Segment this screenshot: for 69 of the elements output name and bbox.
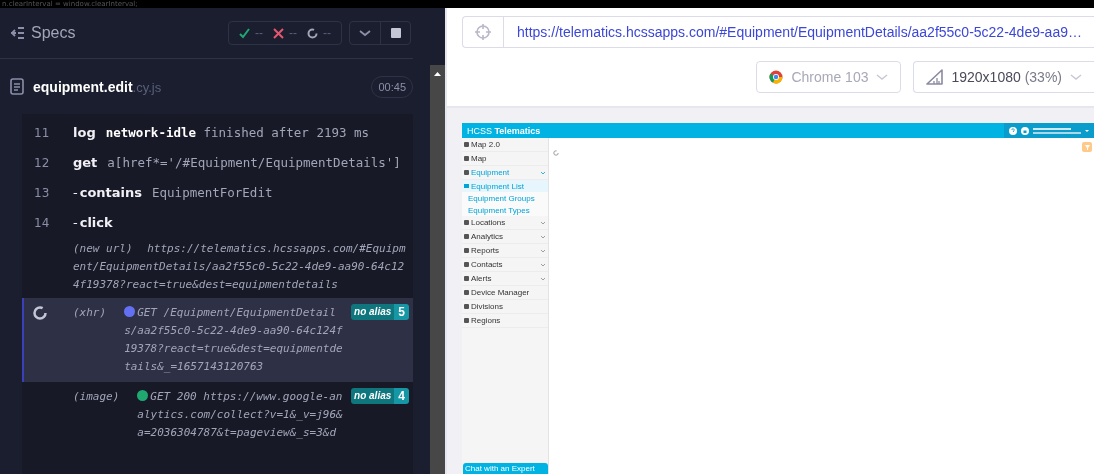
menu-item-icon bbox=[464, 170, 469, 175]
command-message: a[href*='/#Equipment/EquipmentDetails'] bbox=[107, 154, 401, 172]
command-name: log bbox=[73, 124, 96, 142]
command-message: EquipmentForEdit bbox=[152, 184, 273, 202]
sidebar-item[interactable]: Device Manager bbox=[462, 286, 548, 300]
request-type: (image) bbox=[73, 389, 120, 405]
request-row[interactable]: (xhr) GET /Equipment/EquipmentDetails/aa2f55c0-5c22-4de9-aa90-64c124f19378?react=true&dest=equipmentdetails&_=1657143120763 no alias 5 bbox=[22, 298, 413, 382]
chevron-down-icon bbox=[359, 29, 371, 37]
sidebar-item[interactable]: Alerts bbox=[462, 272, 548, 286]
menu-item-icon bbox=[464, 220, 469, 225]
menu-item-icon bbox=[464, 276, 469, 281]
loading-spinner-icon bbox=[553, 150, 559, 156]
command-name: -click bbox=[73, 214, 113, 232]
sidebar-item[interactable]: Divisions bbox=[462, 300, 548, 314]
request-url: GET /Equipment/EquipmentDetails/aa2f55c0-5c22-4de9-aa90-64c124f19378?react=true&dest=equipmentdetails&_=1657143120763 bbox=[124, 306, 343, 373]
menu-item-icon bbox=[464, 248, 469, 253]
request-row[interactable]: (image) GET 200 https://www.google-analytics.com/collect?v=1&_v=j96&a=2036304787&t=pageview&_s=3&d no alias 4 bbox=[22, 382, 413, 448]
command-name: get bbox=[73, 154, 98, 172]
user-icon bbox=[1021, 126, 1029, 135]
help-icon bbox=[1009, 126, 1017, 135]
chevron-down-icon bbox=[876, 73, 889, 81]
specs-link[interactable]: Specs bbox=[31, 24, 228, 42]
chevron-down-icon bbox=[1070, 73, 1082, 81]
user-info[interactable] bbox=[1033, 127, 1081, 134]
sidebar-item[interactable]: Analytics bbox=[462, 230, 548, 244]
request-url: GET 200 https://www.google-analytics.com/collect?v=1&_v=j96&a=2036304787&t=pageview&_s=3&d bbox=[137, 390, 343, 439]
spinner-icon bbox=[307, 27, 318, 39]
menu-item-icon bbox=[464, 304, 469, 309]
check-icon bbox=[239, 27, 250, 39]
pending-count: -- bbox=[323, 26, 331, 40]
stop-icon bbox=[390, 28, 401, 38]
menu-item-icon bbox=[464, 318, 469, 323]
sidebar-item[interactable]: Map bbox=[462, 152, 548, 166]
filter-button[interactable] bbox=[1082, 142, 1092, 152]
menu-item-icon bbox=[464, 290, 469, 295]
line-number: 13 bbox=[33, 185, 51, 202]
request-type: (xhr) bbox=[73, 305, 107, 321]
chrome-logo-icon bbox=[769, 70, 784, 84]
scrollbar[interactable] bbox=[430, 65, 445, 474]
event-message: (new url) https://telematics.hcssapps.com/#Equipment/EquipmentDetails/aa2f55c0-5c22-4de9-aa90-64c124f19378?react=true&dest=equipmentdetails bbox=[73, 241, 407, 293]
cross-icon bbox=[273, 27, 284, 39]
filter-icon bbox=[1084, 144, 1090, 150]
passed-count: -- bbox=[255, 26, 263, 40]
sidebar-item[interactable]: Contacts bbox=[462, 258, 548, 272]
failed-count: -- bbox=[289, 26, 297, 40]
url-field[interactable]: https://telematics.hcssapps.com/#Equipment/EquipmentDetails/aa2f55c0-5c22-4de9-aa9… bbox=[462, 16, 1094, 48]
command-message: network-idle finished after 2193 ms bbox=[105, 124, 370, 142]
sidebar-item[interactable]: Locations bbox=[462, 216, 548, 230]
line-number: 14 bbox=[33, 215, 51, 232]
menu-item-icon bbox=[464, 142, 469, 147]
menu-item-icon bbox=[464, 234, 469, 239]
sidebar-item[interactable]: Reports bbox=[462, 244, 548, 258]
line-number: 12 bbox=[33, 155, 51, 172]
line-number: 11 bbox=[33, 125, 51, 142]
back-arrow-icon bbox=[10, 26, 25, 40]
sidebar-item[interactable]: Regions bbox=[462, 314, 548, 328]
scroll-up-arrow-icon bbox=[433, 71, 442, 77]
crosshair-icon bbox=[474, 23, 492, 41]
document-icon bbox=[10, 78, 24, 95]
sidebar-item[interactable]: Map 2.0 bbox=[462, 138, 548, 152]
spec-file-name: equipment.edit.cy.js bbox=[33, 78, 163, 95]
caret-icon bbox=[1085, 129, 1089, 132]
app-title: HCSS Telematics bbox=[467, 125, 542, 136]
list-icon bbox=[464, 184, 469, 188]
command-name: -contains bbox=[73, 184, 143, 202]
menu-item-icon bbox=[464, 156, 469, 161]
ruler-icon bbox=[926, 69, 944, 85]
viewport-dropdown[interactable]: 1920x1080 (33%) bbox=[913, 61, 1094, 93]
menu-item-icon bbox=[464, 262, 469, 267]
